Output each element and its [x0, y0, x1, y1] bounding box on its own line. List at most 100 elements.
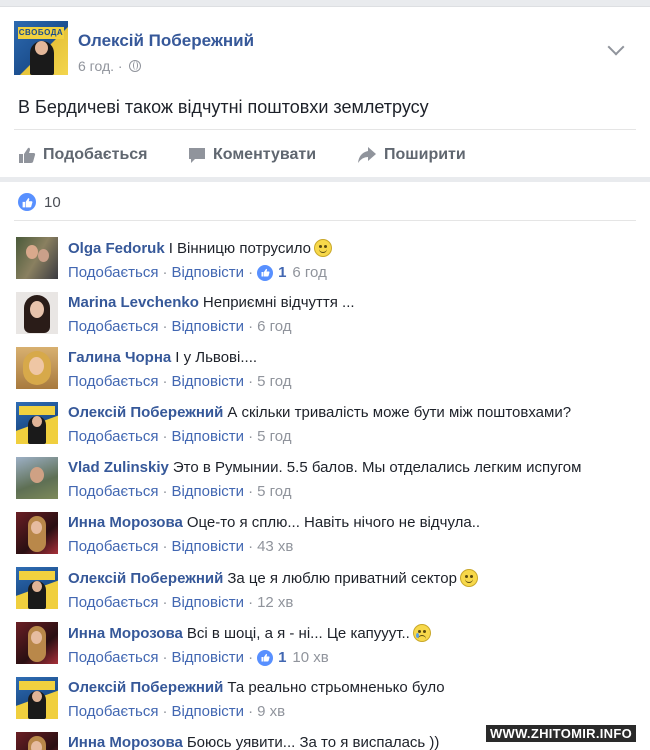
comment-item: Инна Морозова Всі в шоці, а я - ні... Це … [14, 620, 639, 675]
comment-text: Та реально стрьомненько було [227, 679, 445, 696]
post-meta: 6 год. · [78, 58, 142, 74]
comment-reply-link[interactable]: Відповісти [171, 538, 244, 555]
share-button[interactable]: Поширити [357, 144, 466, 166]
comment-reply-link[interactable]: Відповісти [171, 594, 244, 611]
comment-list: Olga Fedoruk І Вінницю потрусило Подобаєть… [14, 235, 639, 750]
comment-reply-link[interactable]: Відповісти [171, 483, 244, 500]
post-author-name[interactable]: Олексій Побережний [78, 31, 254, 51]
commenter-name[interactable]: Olga Fedoruk [68, 240, 165, 257]
comment-time[interactable]: 5 год [257, 483, 291, 500]
comment-item: Olga Fedoruk І Вінницю потрусило Подобаєть… [14, 235, 639, 290]
commenter-name[interactable]: Vlad Zulinskiy [68, 459, 169, 476]
comment-text: Боюсь уявити... За то я виспалась )) [186, 734, 440, 750]
comment-button-label: Коментувати [213, 146, 317, 163]
commenter-avatar[interactable] [16, 347, 58, 389]
crying-emoji-icon [412, 624, 431, 642]
commenter-avatar[interactable] [16, 292, 58, 334]
commenter-avatar[interactable] [16, 457, 58, 499]
comment-item: Marina Levchenko Неприємні відчуття ... По… [14, 290, 639, 345]
like-button-label: Подобається [43, 146, 148, 163]
comment-text: І у Львові.... [175, 349, 258, 366]
comment-like-count[interactable]: 1 [257, 649, 286, 666]
comment-like-link[interactable]: Подобається [68, 703, 158, 720]
comment-meta: Подобається · Відповісти · 43 хв [68, 538, 294, 555]
post-actions: Подобається Коментувати Поширити [18, 144, 618, 168]
commenter-name[interactable]: Инна Морозова [68, 734, 183, 750]
comment-body: Олексій Побережний А скільки тривалість м… [68, 404, 639, 445]
commenter-avatar[interactable] [16, 567, 58, 609]
comment-like-link[interactable]: Подобається [68, 538, 158, 555]
comment-meta: Подобається · Відповісти · 1 6 год [68, 264, 327, 281]
comment-text: Это в Румынии. 5.5 балов. Мы отделались … [172, 459, 582, 476]
comment-time[interactable]: 12 хв [257, 594, 293, 611]
comment-text: Всі в шоці, а я - ні... Це капууут.. [186, 625, 410, 642]
post-header: СВОБОДА Олексій Побережний 6 год. · [14, 21, 634, 75]
commenter-avatar[interactable] [16, 512, 58, 554]
commenter-name[interactable]: Инна Морозова [68, 514, 183, 531]
commenter-avatar[interactable] [16, 402, 58, 444]
comment-body: Marina Levchenko Неприємні відчуття ... По… [68, 294, 639, 335]
commenter-avatar[interactable] [16, 622, 58, 664]
comment-reply-link[interactable]: Відповісти [171, 703, 244, 720]
comment-like-link[interactable]: Подобається [68, 318, 158, 335]
commenter-name[interactable]: Олексій Побережний [68, 679, 223, 696]
comment-reply-link[interactable]: Відповісти [171, 264, 244, 281]
comment-like-link[interactable]: Подобається [68, 428, 158, 445]
comment-body: Олексій Побережний Та реально стрьомненьк… [68, 679, 639, 720]
comment-icon [189, 148, 205, 163]
commenter-name[interactable]: Инна Морозова [68, 625, 183, 642]
comment-body: Инна Морозова Оце-то я сплю... Навіть ніч… [68, 514, 639, 555]
share-button-label: Поширити [384, 146, 466, 163]
comment-meta: Подобається · Відповісти · 5 год [68, 483, 292, 500]
divider [14, 220, 636, 221]
comment-meta: Подобається · Відповісти · 5 год [68, 373, 292, 390]
comment-body: Vlad Zulinskiy Это в Румынии. 5.5 балов. … [68, 459, 639, 500]
comment-button[interactable]: Коментувати [188, 144, 316, 166]
comment-time[interactable]: 5 год [257, 428, 291, 445]
comment-meta: Подобається · Відповісти · 9 хв [68, 703, 286, 720]
author-avatar[interactable]: СВОБОДА [14, 21, 68, 75]
comment-time[interactable]: 10 хв [292, 649, 328, 666]
like-button[interactable]: Подобається [18, 144, 148, 166]
comment-body: Инна Морозова Всі в шоці, а я - ні... Це … [68, 624, 639, 666]
comment-like-link[interactable]: Подобається [68, 483, 158, 500]
comment-like-link[interactable]: Подобається [68, 649, 158, 666]
comment-reply-link[interactable]: Відповісти [171, 428, 244, 445]
watermark: WWW.ZHITOMIR.INFO [485, 725, 636, 742]
comment-like-link[interactable]: Подобається [68, 594, 158, 611]
comment-reply-link[interactable]: Відповісти [171, 649, 244, 666]
comment-reply-link[interactable]: Відповісти [171, 373, 244, 390]
comment-meta: Подобається · Відповісти · 12 хв [68, 594, 294, 611]
comment-time[interactable]: 6 год [292, 264, 326, 281]
commenter-avatar[interactable] [16, 732, 58, 750]
section-divider [0, 177, 650, 182]
commenter-name[interactable]: Олексій Побережний [68, 570, 223, 587]
comment-time[interactable]: 6 год [257, 318, 291, 335]
comment-text: Неприємні відчуття ... [202, 294, 355, 311]
comment-time[interactable]: 43 хв [257, 538, 293, 555]
meta-separator: · [117, 58, 123, 74]
comment-time[interactable]: 5 год [257, 373, 291, 390]
comment-like-count[interactable]: 1 [257, 264, 286, 281]
commenter-name[interactable]: Marina Levchenko [68, 294, 199, 311]
comment-like-link[interactable]: Подобається [68, 264, 158, 281]
thumbs-up-icon [19, 147, 36, 163]
comment-body: Олексій Побережний За це я люблю приватни… [68, 569, 639, 611]
comment-item: Олексій Побережний А скільки тривалість м… [14, 400, 639, 455]
commenter-name[interactable]: Олексій Побережний [68, 404, 223, 421]
comment-reply-link[interactable]: Відповісти [171, 318, 244, 335]
post-time[interactable]: 6 год. [78, 58, 114, 74]
comment-text: За це я люблю приватний сектор [227, 570, 457, 587]
commenter-avatar[interactable] [16, 677, 58, 719]
commenter-avatar[interactable] [16, 237, 58, 279]
commenter-name[interactable]: Галина Чорна [68, 349, 171, 366]
comment-like-link[interactable]: Подобається [68, 373, 158, 390]
comment-meta: Подобається · Відповісти · 5 год [68, 428, 292, 445]
reactions-summary[interactable]: 10 [18, 191, 61, 213]
comment-meta: Подобається · Відповісти · 6 год [68, 318, 292, 335]
post-card: СВОБОДА Олексій Побережний 6 год. · В Бе… [0, 6, 650, 750]
smile-emoji-icon [313, 239, 332, 257]
comment-time[interactable]: 9 хв [257, 703, 285, 720]
chevron-down-icon[interactable] [607, 38, 625, 56]
comment-text: А скільки тривалість може бути між пошто… [227, 404, 572, 421]
